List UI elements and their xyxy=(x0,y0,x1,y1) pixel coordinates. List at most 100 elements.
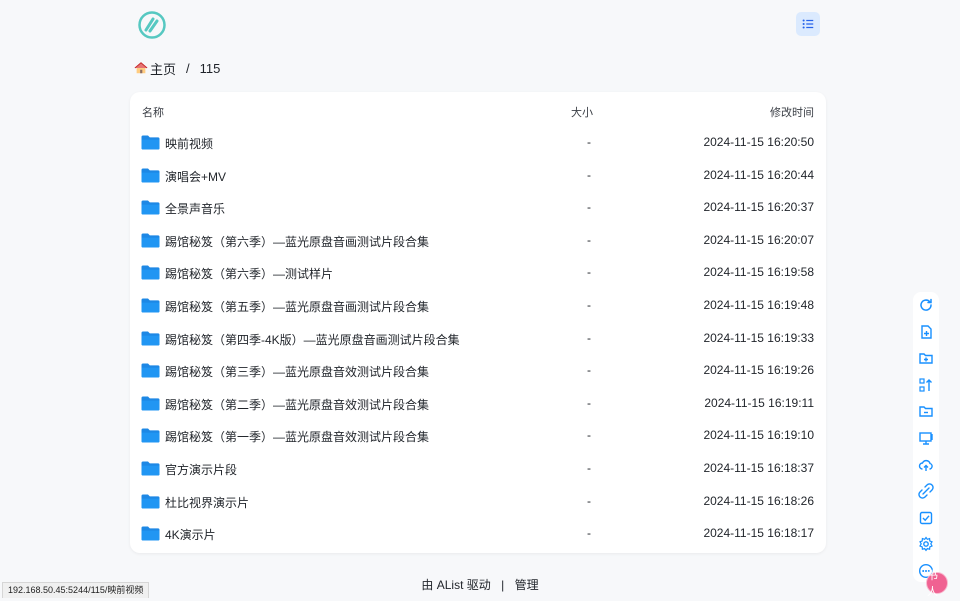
breadcrumb-current[interactable]: 115 xyxy=(200,61,221,76)
sort-icon xyxy=(919,378,932,392)
link-icon xyxy=(918,483,934,499)
file-size: - xyxy=(587,167,591,182)
table-row[interactable]: 映前视频 - 2024-11-15 16:20:50 xyxy=(130,126,826,159)
table-row[interactable]: 官方演示片段 - 2024-11-15 16:18:37 xyxy=(130,452,826,485)
upload-button[interactable] xyxy=(917,456,935,474)
folder-icon xyxy=(141,396,160,411)
select-button[interactable] xyxy=(917,509,935,527)
sort-button[interactable] xyxy=(917,376,935,394)
new-file-button[interactable] xyxy=(917,323,935,341)
folder-icon xyxy=(141,494,160,509)
alist-logo[interactable] xyxy=(138,11,166,39)
browser-status-url: 192.168.50.45:5244/115/映前视频 xyxy=(2,582,150,598)
table-row[interactable]: 踢馆秘笈（第四季-4K版）—蓝光原盘音画测试片段合集 - 2024-11-15 16… xyxy=(130,322,826,355)
file-size: - xyxy=(587,460,591,475)
table-row[interactable]: 4K演示片 - 2024-11-15 16:18:17 xyxy=(130,517,826,550)
collapse-folder-button[interactable] xyxy=(917,402,935,420)
file-modified: 2024-11-15 16:20:44 xyxy=(703,167,814,182)
gear-icon xyxy=(919,536,933,552)
folder-icon xyxy=(141,200,160,215)
collapse-folder-icon xyxy=(919,406,933,417)
settings-button[interactable] xyxy=(917,535,935,553)
folder-icon xyxy=(141,135,160,150)
file-modified: 2024-11-15 16:18:37 xyxy=(703,460,814,475)
right-toolbar xyxy=(913,292,939,582)
file-list-header: 名称 大小 修改时间 xyxy=(130,92,826,128)
local-settings-button[interactable] xyxy=(917,429,935,447)
file-name[interactable]: 全景声音乐 xyxy=(165,200,225,217)
file-name[interactable]: 踢馆秘笈（第三季）—蓝光原盘音效测试片段合集 xyxy=(165,363,429,380)
file-modified: 2024-11-15 16:20:07 xyxy=(703,232,814,247)
new-file-icon xyxy=(921,325,932,339)
file-size: - xyxy=(587,363,591,378)
new-folder-button[interactable] xyxy=(917,349,935,367)
folder-icon xyxy=(141,233,160,248)
file-modified: 2024-11-15 16:19:11 xyxy=(704,395,814,410)
file-modified: 2024-11-15 16:19:26 xyxy=(703,363,814,378)
folder-icon xyxy=(141,363,160,378)
local-settings-icon xyxy=(919,432,933,445)
table-row[interactable]: 演唱会+MV - 2024-11-15 16:20:44 xyxy=(130,159,826,192)
file-modified: 2024-11-15 16:19:33 xyxy=(703,330,814,345)
layout-toggle-button[interactable] xyxy=(796,12,820,36)
file-name[interactable]: 映前视频 xyxy=(165,135,213,152)
file-name[interactable]: 踢馆秘笈（第一季）—蓝光原盘音效测试片段合集 xyxy=(165,428,429,445)
folder-icon xyxy=(141,265,160,280)
table-row[interactable]: 杜比视界演示片 - 2024-11-15 16:18:26 xyxy=(130,485,826,518)
header-modified[interactable]: 修改时间 xyxy=(770,104,814,120)
refresh-button[interactable] xyxy=(917,296,935,314)
file-name[interactable]: 踢馆秘笈（第六季）—蓝光原盘音画测试片段合集 xyxy=(165,233,429,250)
file-modified: 2024-11-15 16:20:37 xyxy=(703,200,814,215)
folder-icon xyxy=(141,168,160,183)
file-name[interactable]: 踢馆秘笈（第五季）—蓝光原盘音画测试片段合集 xyxy=(165,298,429,315)
file-modified: 2024-11-15 16:20:50 xyxy=(703,135,814,149)
refresh-icon xyxy=(920,298,932,311)
file-name[interactable]: 踢馆秘笈（第二季）—蓝光原盘音效测试片段合集 xyxy=(165,396,429,413)
file-modified: 2024-11-15 16:19:58 xyxy=(703,265,814,280)
table-row[interactable]: 踢馆秘笈（第三季）—蓝光原盘音效测试片段合集 - 2024-11-15 16:19:… xyxy=(130,354,826,387)
offline-download-button[interactable] xyxy=(917,482,935,500)
new-folder-icon xyxy=(919,353,933,364)
file-size: - xyxy=(587,428,591,443)
table-row[interactable]: 踢馆秘笈（第六季）—蓝光原盘音画测试片段合集 - 2024-11-15 16:20:… xyxy=(130,224,826,257)
folder-icon xyxy=(141,331,160,346)
file-name[interactable]: 踢馆秘笈（第四季-4K版）—蓝光原盘音画测试片段合集 xyxy=(165,331,460,348)
home-icon xyxy=(134,62,148,74)
file-modified: 2024-11-15 16:19:10 xyxy=(703,428,814,443)
table-row[interactable]: 全景声音乐 - 2024-11-15 16:20:37 xyxy=(130,191,826,224)
table-row[interactable]: 踢馆秘笈（第一季）—蓝光原盘音效测试片段合集 - 2024-11-15 16:19:… xyxy=(130,419,826,452)
file-modified: 2024-11-15 16:18:17 xyxy=(703,526,814,541)
avatar[interactable]: 书人 xyxy=(926,570,948,598)
list-icon xyxy=(802,19,814,29)
select-icon xyxy=(919,511,933,525)
table-row[interactable]: 踢馆秘笈（第五季）—蓝光原盘音画测试片段合集 - 2024-11-15 16:19:… xyxy=(130,289,826,322)
file-size: - xyxy=(587,395,591,410)
file-size: - xyxy=(587,232,591,247)
file-name[interactable]: 官方演示片段 xyxy=(165,461,237,478)
header-size[interactable]: 大小 xyxy=(571,104,593,120)
table-row[interactable]: 踢馆秘笈（第二季）—蓝光原盘音效测试片段合集 - 2024-11-15 16:19:… xyxy=(130,387,826,420)
powered-by-link[interactable]: 由 AList 驱动 xyxy=(421,578,490,592)
folder-icon xyxy=(141,298,160,313)
file-name[interactable]: 杜比视界演示片 xyxy=(165,494,249,511)
file-size: - xyxy=(587,200,591,215)
file-modified: 2024-11-15 16:18:26 xyxy=(703,493,814,508)
file-size: - xyxy=(587,493,591,508)
manage-link[interactable]: 管理 xyxy=(515,578,539,592)
file-size: - xyxy=(587,526,591,541)
file-name[interactable]: 演唱会+MV xyxy=(165,168,226,185)
file-name[interactable]: 4K演示片 xyxy=(165,526,216,543)
header-name[interactable]: 名称 xyxy=(142,104,164,120)
file-size: - xyxy=(587,297,591,312)
breadcrumb-home[interactable]: 主页 xyxy=(150,59,176,78)
folder-icon xyxy=(141,428,160,443)
table-row[interactable]: 踢馆秘笈（第六季）—测试样片 - 2024-11-15 16:19:58 xyxy=(130,256,826,289)
file-modified: 2024-11-15 16:19:48 xyxy=(703,297,814,312)
file-list-panel: 名称 大小 修改时间 映前视频 - 2024-11-15 16:20:50 演唱会+M… xyxy=(130,92,826,553)
file-size: - xyxy=(587,330,591,345)
footer-separator: | xyxy=(501,578,505,592)
upload-icon xyxy=(918,459,933,471)
file-list: 映前视频 - 2024-11-15 16:20:50 演唱会+MV - 2024-11-1… xyxy=(130,126,826,550)
file-name[interactable]: 踢馆秘笈（第六季）—测试样片 xyxy=(165,265,333,282)
folder-icon xyxy=(141,526,160,541)
